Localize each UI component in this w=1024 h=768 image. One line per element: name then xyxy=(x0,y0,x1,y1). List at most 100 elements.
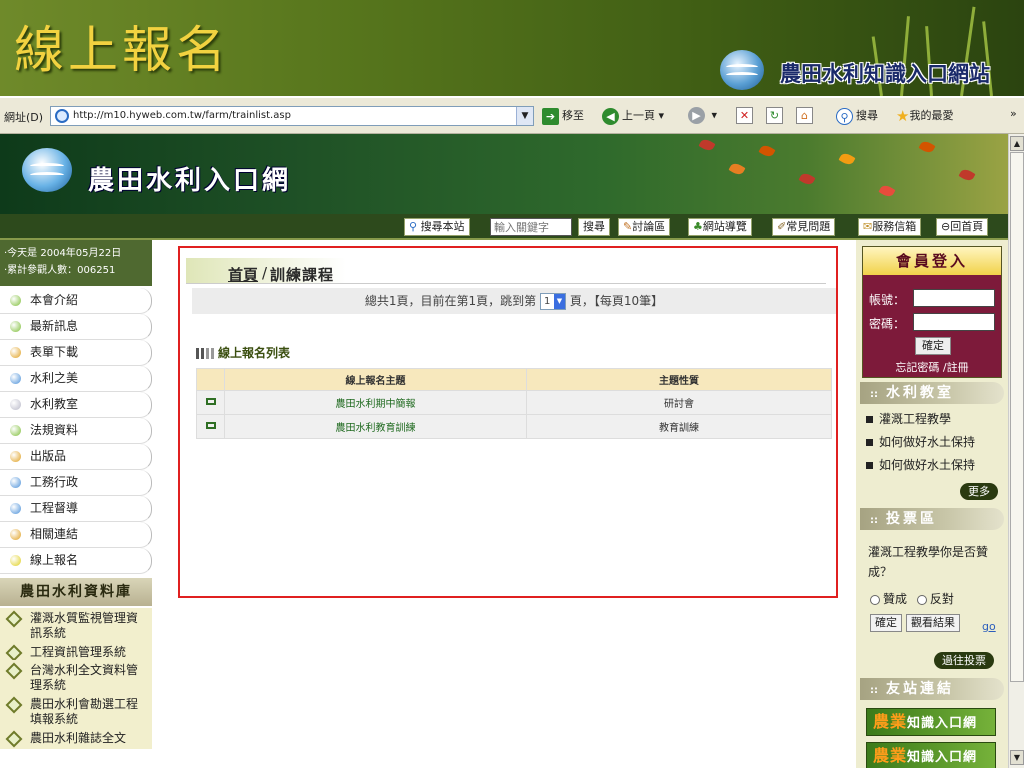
diamond-icon xyxy=(5,730,23,748)
keyword-input[interactable] xyxy=(490,218,572,236)
sidebar-item-label: 出版品 xyxy=(30,449,67,463)
database-link[interactable]: 農田水利會勘選工程填報系統 xyxy=(0,694,152,731)
slide-banner: 線上報名 農田水利知識入口網站 xyxy=(0,0,1024,96)
sidebar-item[interactable]: 法規資料 xyxy=(0,418,152,444)
database-link[interactable]: 農田水利雜誌全文 xyxy=(0,728,152,750)
sidebar-item[interactable]: 工程督導 xyxy=(0,496,152,522)
refresh-button[interactable]: ↻ xyxy=(766,107,783,124)
magnifier-icon: ⚲ xyxy=(409,220,418,233)
bullet-icon xyxy=(10,503,21,514)
sidebar-item[interactable]: 本會介紹 xyxy=(0,288,152,314)
nav-sitemap[interactable]: ♣網站導覽 xyxy=(688,218,752,236)
sidebar-item[interactable]: 水利之美 xyxy=(0,366,152,392)
site-logo-icon[interactable] xyxy=(22,148,72,192)
classroom-title: :: 水利教室 xyxy=(860,382,1004,404)
bullet-icon xyxy=(10,321,21,332)
database-link-label: 灌溉水質監視管理資訊系統 xyxy=(30,611,139,640)
classroom-item[interactable]: 灌溉工程教學 xyxy=(866,410,951,427)
refresh-icon: ↻ xyxy=(766,107,783,124)
friend-link-banner[interactable]: 農業知識入口網 xyxy=(866,708,996,736)
nav-search-button[interactable]: 搜尋 xyxy=(578,218,610,236)
pager-text-after: 頁，【每頁10筆】 xyxy=(569,294,664,308)
poll-submit-button[interactable]: 確定 xyxy=(870,614,902,632)
course-table: 線上報名主題 主題性質 農田水利期中簡報 研討會 農田水利教育訓練 教育訓練 xyxy=(196,368,832,439)
sidebar-item-label: 表單下載 xyxy=(30,345,79,359)
bullet-icon xyxy=(10,399,21,410)
column-header-topic: 線上報名主題 xyxy=(224,368,527,391)
page-scrollbar[interactable]: ▲ ▼ xyxy=(1008,134,1024,768)
content-frame: 首頁 / 訓練課程 總共1頁，目前在第1頁，跳到第 1 ▼ 頁，【每頁10筆】 線… xyxy=(178,246,838,598)
poll-question: 灌溉工程教學你是否贊成？ xyxy=(868,545,989,579)
database-title: 農田水利資料庫 xyxy=(0,578,152,606)
pager: 總共1頁，目前在第1頁，跳到第 1 ▼ 頁，【每頁10筆】 xyxy=(192,288,836,314)
address-dropdown-button[interactable]: ▼ xyxy=(516,107,533,125)
poll-go-link[interactable]: go xyxy=(982,620,996,633)
account-input[interactable] xyxy=(913,289,995,307)
password-input[interactable] xyxy=(913,313,995,331)
sidebar-item[interactable]: 出版品 xyxy=(0,444,152,470)
breadcrumb-home-link[interactable]: 首頁 xyxy=(228,264,258,285)
row-bullet-icon xyxy=(205,422,216,429)
classroom-item[interactable]: 如何做好水土保持 xyxy=(866,456,975,473)
stop-button[interactable]: ✕ xyxy=(736,107,753,124)
table-header-row: 線上報名主題 主題性質 xyxy=(196,368,832,391)
visit-counter: ‧累計參觀人數：006251 xyxy=(4,265,116,276)
database-link[interactable]: 灌溉水質監視管理資訊系統 xyxy=(0,608,152,645)
poll-yes-radio[interactable] xyxy=(870,594,880,605)
sitemap-icon: ♣ xyxy=(693,220,703,233)
back-button[interactable]: ◀ 上一頁 ▾ xyxy=(602,107,664,125)
course-topic-link[interactable]: 農田水利教育訓練 xyxy=(224,414,527,439)
slide-title: 線上報名 xyxy=(14,21,230,79)
sidebar-item[interactable]: 最新訊息 xyxy=(0,314,152,340)
database-link[interactable]: 台灣水利全文資料管理系統 xyxy=(0,660,152,697)
toolbar-overflow[interactable]: » xyxy=(1010,107,1017,120)
course-topic-link[interactable]: 農田水利期中簡報 xyxy=(224,390,527,415)
diamond-icon xyxy=(5,644,23,662)
bullet-icon xyxy=(10,529,21,540)
poll-no-radio[interactable] xyxy=(916,594,927,605)
home-button[interactable]: ⌂ xyxy=(796,107,813,124)
table-row: 農田水利教育訓練 教育訓練 xyxy=(196,414,832,439)
sidebar-item[interactable]: 水利教室 xyxy=(0,392,152,418)
poll-title: :: 投票區 xyxy=(860,508,1004,530)
forward-button[interactable]: ▶ ▾ xyxy=(688,107,717,124)
go-button[interactable]: ➔ 移至 xyxy=(542,107,584,125)
favorites-star-icon: ★ xyxy=(896,107,910,125)
course-type: 研討會 xyxy=(526,390,832,415)
nav-forum[interactable]: ✎討論區 xyxy=(618,218,671,236)
site-stats: ‧今天是 2004年05月22日 ‧累計參觀人數：006251 xyxy=(0,240,152,286)
more-button[interactable]: 更多 xyxy=(960,483,998,500)
poll-results-button[interactable]: 觀看結果 xyxy=(906,614,960,632)
sidebar-item-label: 法規資料 xyxy=(30,423,79,437)
forgot-password-link[interactable]: 忘記密碼 /註冊 xyxy=(863,359,1001,375)
page-select[interactable]: 1 ▼ xyxy=(540,293,566,310)
sidebar-item[interactable]: 工務行政 xyxy=(0,470,152,496)
friend-link-banner[interactable]: 農業知識入口網 xyxy=(866,742,996,768)
go-arrow-icon: ➔ xyxy=(542,107,559,125)
sidebar-item-label: 相關連結 xyxy=(30,527,79,541)
row-bullet-icon xyxy=(205,398,216,405)
favorites-button[interactable]: ★我的最愛 xyxy=(896,107,953,125)
login-submit-button[interactable]: 確定 xyxy=(915,337,951,355)
browser-address-bar: 網址(D) http://m10.hyweb.com.tw/farm/train… xyxy=(0,98,1024,134)
diamond-icon xyxy=(5,662,23,680)
nav-home[interactable]: ⊖回首頁 xyxy=(936,218,989,236)
sidebar-item[interactable]: 相關連結 xyxy=(0,522,152,548)
scroll-thumb[interactable] xyxy=(1010,152,1024,682)
scroll-down-button[interactable]: ▼ xyxy=(1010,750,1024,765)
address-input[interactable]: http://m10.hyweb.com.tw/farm/trainlist.a… xyxy=(50,106,534,126)
nav-mailbox[interactable]: ✉服務信箱 xyxy=(858,218,922,236)
login-title: 會員登入 xyxy=(863,247,1001,275)
past-polls-button[interactable]: 過往投票 xyxy=(934,652,994,669)
sidebar-item[interactable]: 表單下載 xyxy=(0,340,152,366)
back-arrow-icon: ◀ xyxy=(602,107,619,125)
site-title[interactable]: 農田水利入口網 xyxy=(88,160,291,197)
sidebar-item[interactable]: 線上報名 xyxy=(0,548,152,574)
sidebar-item-label: 水利教室 xyxy=(30,397,79,411)
scroll-up-button[interactable]: ▲ xyxy=(1010,136,1024,151)
login-box: 會員登入 帳號： 密碼： 確定 忘記密碼 /註冊 xyxy=(862,246,1002,378)
nav-faq[interactable]: ✐常見問題 xyxy=(772,218,836,236)
search-button[interactable]: ⚲ 搜尋 xyxy=(836,107,878,125)
classroom-item[interactable]: 如何做好水土保持 xyxy=(866,433,975,450)
ie-page-icon xyxy=(55,109,69,123)
